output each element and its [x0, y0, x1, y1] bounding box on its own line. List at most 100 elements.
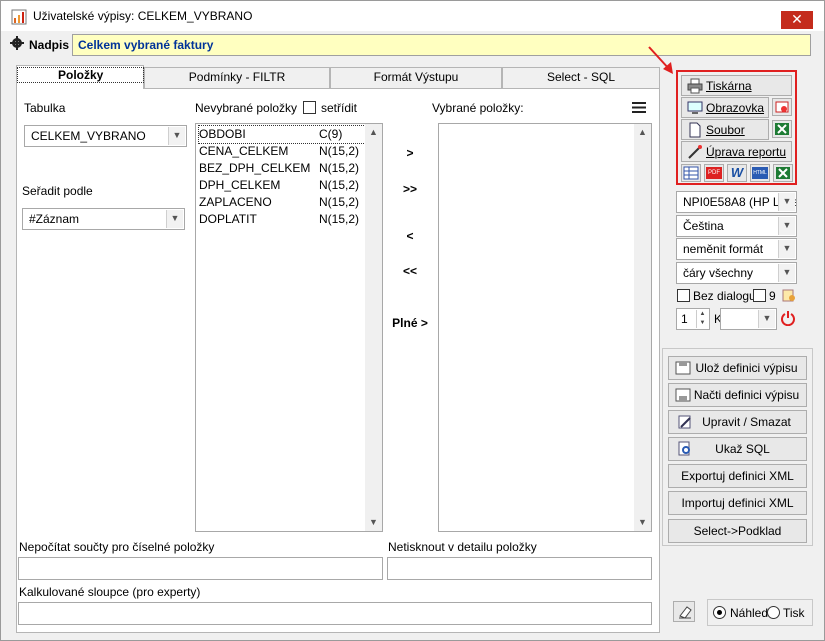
nepocitat-label: Nepočítat součty pro číselné položky [19, 540, 215, 554]
nadpis-input[interactable]: Celkem vybrané faktury [72, 34, 811, 56]
copies-checkbox[interactable] [753, 289, 766, 302]
edit-delete-button[interactable]: Upravit / Smazat [668, 410, 807, 434]
load-definition-button[interactable]: Načti definici výpisu [668, 383, 807, 407]
spinner-arrows-icon[interactable]: ▲ ▼ [696, 310, 708, 328]
screen-options-button[interactable] [772, 98, 792, 116]
print-label: Tisk [783, 606, 805, 620]
copies-value: 1 [681, 312, 688, 326]
netisknout-input[interactable] [387, 557, 652, 580]
nadpis-label: Nadpis [29, 38, 70, 52]
chevron-down-icon: ▼ [778, 217, 795, 235]
item-name: ZAPLACENO [199, 195, 272, 209]
item-name: DPH_CELKEM [199, 178, 281, 192]
edit-report-button[interactable]: Úprava reportu [681, 141, 792, 162]
seradit-select[interactable]: #Záznam ▼ [22, 208, 185, 230]
item-type: N(15,2) [319, 212, 360, 226]
show-sql-button[interactable]: Ukaž SQL [668, 437, 807, 461]
list-item[interactable]: DOPLATIT N(15,2) [199, 211, 365, 228]
screen-button[interactable]: Obrazovka [681, 97, 769, 118]
tabulka-select[interactable]: CELKEM_VYBRANO ▼ [24, 125, 187, 147]
show-sql-label: Ukaž SQL [715, 442, 770, 456]
item-name: BEZ_DPH_CELKEM [199, 161, 311, 175]
chevron-down-icon: ▼ [758, 310, 775, 328]
list-item[interactable]: ZAPLACENO N(15,2) [199, 194, 365, 211]
gear-icon[interactable] [10, 36, 24, 50]
lines-select[interactable]: čáry všechny ▼ [676, 262, 797, 284]
import-xml-button[interactable]: Importuj definici XML [668, 491, 807, 515]
close-button[interactable]: ✕ [781, 11, 813, 29]
excel-format-button[interactable] [773, 164, 793, 182]
copies-check-label: 9 [769, 289, 776, 303]
list-item[interactable]: CENA_CELKEM N(15,2) [199, 143, 365, 160]
file-label: Soubor [706, 123, 745, 137]
bez-dialogu-label: Bez dialogu [693, 289, 756, 303]
kalkulovane-input[interactable] [18, 602, 652, 625]
format-value: neměnit formát [683, 242, 764, 256]
printer-select[interactable]: NPI0E58A8 (HP Lase ▼ [676, 191, 797, 213]
copies-spinner[interactable]: 1 ▲ ▼ [676, 308, 710, 330]
item-name: CENA_CELKEM [199, 144, 289, 158]
lines-value: čáry všechny [683, 266, 754, 280]
add-one-button[interactable]: > [395, 146, 425, 160]
printer-icon [687, 78, 703, 94]
save-definition-icon [675, 361, 691, 375]
chevron-down-icon: ▼ [168, 127, 185, 145]
unselected-listbox[interactable]: OBDOBI C(9) CENA_CELKEM N(15,2) BEZ_DPH_… [195, 123, 383, 532]
list-item[interactable]: OBDOBI C(9) [198, 125, 366, 144]
tab-select-sql[interactable]: Select - SQL [502, 67, 660, 88]
unselected-label: Nevybrané položky [195, 101, 298, 115]
item-name: DOPLATIT [199, 212, 257, 226]
tab-format-vystupu[interactable]: Formát Výstupu [330, 67, 502, 88]
item-type: N(15,2) [319, 195, 360, 209]
selected-listbox[interactable]: ▲ ▼ [438, 123, 652, 532]
select-podklad-button[interactable]: Select->Podklad [668, 519, 807, 543]
remove-one-button[interactable]: < [395, 229, 425, 243]
red-arrow-icon [648, 46, 673, 74]
format-select[interactable]: neměnit formát ▼ [676, 238, 797, 260]
scroll-down-icon[interactable]: ▼ [634, 514, 651, 531]
power-icon[interactable] [780, 310, 796, 326]
language-select[interactable]: Čeština ▼ [676, 215, 797, 237]
remove-all-button[interactable]: << [395, 264, 425, 278]
bez-dialogu-checkbox[interactable] [677, 289, 690, 302]
tab-polozky[interactable]: Položky [16, 65, 145, 89]
scroll-up-icon[interactable]: ▲ [365, 124, 382, 141]
word-format-button[interactable]: W [727, 164, 747, 182]
table-format-button[interactable] [681, 164, 701, 182]
table-icon [683, 166, 699, 180]
list-item[interactable]: BEZ_DPH_CELKEM N(15,2) [199, 160, 365, 177]
key-settings-icon[interactable] [781, 287, 797, 303]
chevron-down-icon: ▼ [778, 240, 795, 258]
scroll-down-icon[interactable]: ▼ [365, 514, 382, 531]
report-app-icon [11, 9, 27, 25]
preview-radio[interactable] [713, 606, 726, 619]
file-button[interactable]: Soubor [681, 119, 769, 140]
export-xml-button[interactable]: Exportuj definici XML [668, 464, 807, 488]
print-radio[interactable] [767, 606, 780, 619]
menu-icon[interactable] [632, 102, 646, 113]
eraser-icon [679, 606, 692, 619]
k-select[interactable]: ▼ [720, 308, 777, 330]
selected-scrollbar[interactable]: ▲ ▼ [634, 124, 651, 531]
tab-podminky-filtr[interactable]: Podmínky - FILTR [144, 67, 330, 88]
nepocitat-input[interactable] [18, 557, 383, 580]
tab-label: Položky [17, 67, 145, 83]
pdf-format-button[interactable]: PDF [704, 164, 724, 182]
printer-button[interactable]: Tiskárna [681, 75, 792, 96]
image-icon [775, 101, 789, 113]
tab-bar: Položky Podmínky - FILTR Formát Výstupu … [16, 65, 660, 89]
html-format-button[interactable]: HTML [750, 164, 770, 182]
item-type: C(9) [319, 127, 343, 141]
tabulka-value: CELKEM_VYBRANO [31, 129, 146, 143]
eraser-button[interactable] [673, 601, 695, 622]
excel-export-button[interactable] [772, 120, 792, 138]
list-item[interactable]: DPH_CELKEM N(15,2) [199, 177, 365, 194]
report-window: Uživatelské výpisy: CELKEM_VYBRANO ✕ Nad… [0, 0, 825, 641]
sort-checkbox[interactable] [303, 101, 316, 114]
add-all-button[interactable]: >> [395, 182, 425, 196]
save-definition-button[interactable]: Ulož definici výpisu [668, 356, 807, 380]
full-button[interactable]: Plné > [389, 316, 431, 330]
language-value: Čeština [683, 219, 724, 233]
scroll-up-icon[interactable]: ▲ [634, 124, 651, 141]
unselected-scrollbar[interactable]: ▲ ▼ [365, 124, 382, 531]
